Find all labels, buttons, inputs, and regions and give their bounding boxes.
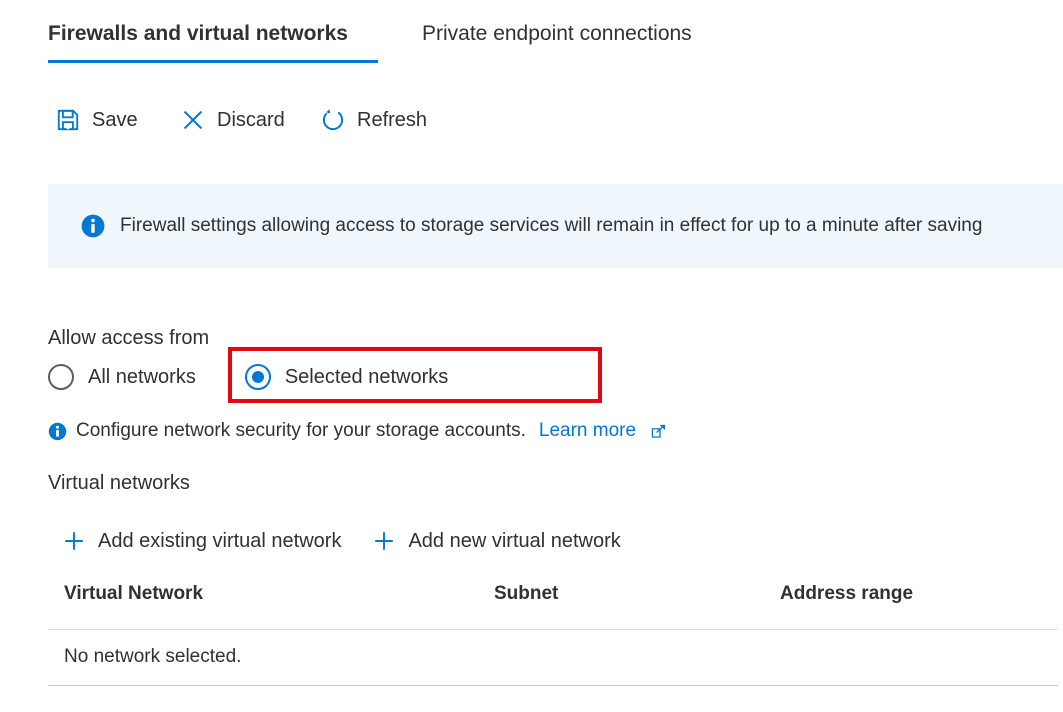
add-new-virtual-network-label: Add new virtual network (408, 530, 620, 553)
plus-icon (62, 529, 86, 553)
column-header-address-range: Address range (780, 583, 913, 605)
virtual-networks-actions: Add existing virtual network Add new vir… (62, 523, 621, 559)
save-label: Save (92, 109, 138, 132)
info-circle-icon (48, 422, 67, 441)
active-tab-underline (48, 60, 378, 63)
tab-firewalls-and-virtual-networks[interactable]: Firewalls and virtual networks (48, 22, 348, 46)
virtual-networks-table: Virtual Network Subnet Address range No … (48, 583, 1058, 686)
table-header-row: Virtual Network Subnet Address range (48, 583, 1058, 629)
radio-label-all-networks: All networks (88, 366, 196, 389)
allow-access-from-label: Allow access from (48, 327, 209, 350)
radio-circle-unchecked-icon (48, 364, 74, 390)
add-existing-virtual-network-label: Add existing virtual network (98, 530, 341, 553)
command-toolbar: Save Discard Refresh (0, 95, 1063, 150)
refresh-button[interactable]: Refresh (320, 95, 427, 145)
radio-circle-checked-icon (245, 364, 271, 390)
tab-private-endpoint-connections[interactable]: Private endpoint connections (422, 22, 692, 46)
discard-label: Discard (217, 109, 285, 132)
tab-bar: Firewalls and virtual networks Private e… (0, 0, 1063, 58)
info-banner: Firewall settings allowing access to sto… (48, 184, 1063, 268)
radio-label-selected-networks: Selected networks (285, 366, 448, 389)
plus-icon (372, 529, 396, 553)
table-bottom-divider (48, 685, 1058, 686)
add-existing-virtual-network-button[interactable]: Add existing virtual network (62, 523, 341, 559)
network-security-hint: Configure network security for your stor… (48, 418, 667, 444)
virtual-networks-section-label: Virtual networks (48, 472, 190, 495)
radio-option-all-networks[interactable]: All networks (48, 358, 196, 396)
close-x-icon (180, 107, 206, 133)
table-empty-row: No network selected. (48, 630, 1058, 685)
learn-more-link[interactable]: Learn more (539, 420, 636, 442)
column-header-virtual-network: Virtual Network (64, 583, 203, 605)
column-header-subnet: Subnet (494, 583, 558, 605)
allow-access-radio-group: All networks Selected networks (48, 358, 448, 396)
info-banner-text: Firewall settings allowing access to sto… (120, 215, 982, 237)
external-link-icon[interactable] (650, 423, 667, 440)
empty-state-message: No network selected. (64, 646, 241, 668)
discard-button[interactable]: Discard (180, 95, 285, 145)
floppy-disk-icon (55, 107, 81, 133)
info-circle-icon (80, 213, 106, 239)
refresh-circular-arrow-icon (320, 107, 346, 133)
save-button[interactable]: Save (55, 95, 138, 145)
radio-option-selected-networks[interactable]: Selected networks (245, 358, 448, 396)
hint-text: Configure network security for your stor… (76, 420, 526, 442)
refresh-label: Refresh (357, 109, 427, 132)
add-new-virtual-network-button[interactable]: Add new virtual network (372, 523, 620, 559)
